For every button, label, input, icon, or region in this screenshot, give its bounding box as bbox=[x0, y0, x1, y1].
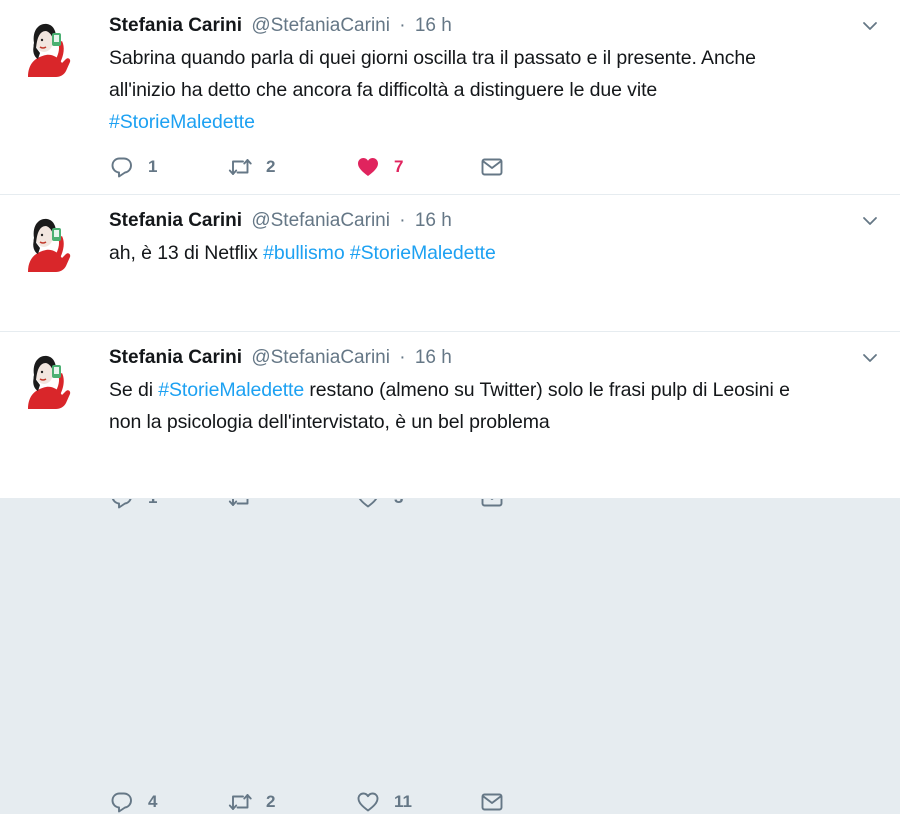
like-count: 7 bbox=[394, 157, 404, 176]
tweet-header: Stefania Carini @StefaniaCarini · 16 h bbox=[109, 346, 860, 370]
chevron-down-icon[interactable] bbox=[862, 215, 878, 227]
timestamp[interactable]: 16 h bbox=[415, 15, 452, 36]
hashtag-link[interactable]: #bullismo bbox=[263, 242, 345, 264]
tweet-header: Stefania Carini @StefaniaCarini · 16 h bbox=[109, 14, 860, 38]
reply-icon bbox=[111, 157, 132, 178]
reply-button[interactable]: 1 bbox=[110, 155, 157, 179]
author-handle[interactable]: @StefaniaCarini bbox=[251, 15, 390, 36]
heart-icon bbox=[358, 158, 378, 176]
retweet-button[interactable]: 2 bbox=[228, 790, 275, 814]
tweet-content: Stefania Carini @StefaniaCarini · 16 h S… bbox=[109, 14, 860, 138]
tweet[interactable]: Stefania Carini @StefaniaCarini · 16 h S… bbox=[0, 0, 900, 195]
direct-message-button[interactable] bbox=[480, 790, 504, 814]
tweet[interactable]: Stefania Carini @StefaniaCarini · 16 h a… bbox=[0, 195, 900, 509]
timeline: Stefania Carini @StefaniaCarini · 16 h S… bbox=[0, 0, 900, 813]
tweet-text: Sabrina quando parla di quei giorni osci… bbox=[109, 42, 860, 138]
avatar[interactable] bbox=[22, 19, 72, 77]
separator-dot: · bbox=[399, 347, 406, 368]
separator-dot: · bbox=[399, 210, 406, 231]
envelope-icon bbox=[481, 793, 503, 811]
heart-icon bbox=[357, 792, 379, 812]
author-name[interactable]: Stefania Carini bbox=[109, 347, 242, 368]
envelope-icon bbox=[481, 158, 503, 176]
separator-dot: · bbox=[399, 15, 406, 36]
tweet-text: ah, è 13 di Netflix #bullismo #StorieMal… bbox=[109, 237, 860, 269]
direct-message-button[interactable] bbox=[480, 155, 504, 179]
retweet-button[interactable]: 2 bbox=[228, 155, 275, 179]
tweet-text-part: Se di bbox=[109, 379, 159, 401]
timestamp[interactable]: 16 h bbox=[415, 347, 452, 368]
retweet-icon bbox=[228, 794, 252, 810]
hashtag-link[interactable]: #StorieMaledette bbox=[350, 242, 496, 264]
author-handle[interactable]: @StefaniaCarini bbox=[251, 347, 390, 368]
tweet-header: Stefania Carini @StefaniaCarini · 16 h bbox=[109, 209, 860, 233]
reply-icon bbox=[111, 792, 132, 813]
tweet-content: Stefania Carini @StefaniaCarini · 16 h S… bbox=[109, 346, 860, 438]
hashtag-link[interactable]: #StorieMaledette bbox=[109, 111, 255, 133]
avatar[interactable] bbox=[22, 351, 72, 409]
retweet-icon bbox=[228, 159, 252, 175]
chevron-down-icon[interactable] bbox=[862, 20, 878, 32]
tweet-content: Stefania Carini @StefaniaCarini · 16 h a… bbox=[109, 209, 860, 269]
hashtag-link[interactable]: #StorieMaledette bbox=[158, 379, 304, 401]
like-button[interactable]: 7 bbox=[356, 155, 403, 179]
tweet-text-part: ah, è 13 di Netflix bbox=[109, 242, 264, 264]
tweet[interactable]: Stefania Carini @StefaniaCarini · 16 h S… bbox=[0, 332, 900, 813]
avatar[interactable] bbox=[22, 214, 72, 272]
retweet-count: 2 bbox=[266, 157, 276, 176]
chevron-down-icon[interactable] bbox=[862, 352, 878, 364]
like-button[interactable]: 11 bbox=[356, 790, 412, 814]
tweet-text-part: Sabrina quando parla di quei giorni osci… bbox=[109, 47, 756, 101]
author-name[interactable]: Stefania Carini bbox=[109, 210, 242, 231]
like-count: 11 bbox=[394, 792, 412, 811]
author-name[interactable]: Stefania Carini bbox=[109, 15, 242, 36]
timestamp[interactable]: 16 h bbox=[415, 210, 452, 231]
author-handle[interactable]: @StefaniaCarini bbox=[251, 210, 390, 231]
reply-count: 4 bbox=[148, 792, 158, 811]
tweet-text: Se di #StorieMaledette restano (almeno s… bbox=[109, 374, 860, 438]
reply-count: 1 bbox=[148, 157, 158, 176]
reply-button[interactable]: 4 bbox=[110, 790, 157, 814]
retweet-count: 2 bbox=[266, 792, 276, 811]
